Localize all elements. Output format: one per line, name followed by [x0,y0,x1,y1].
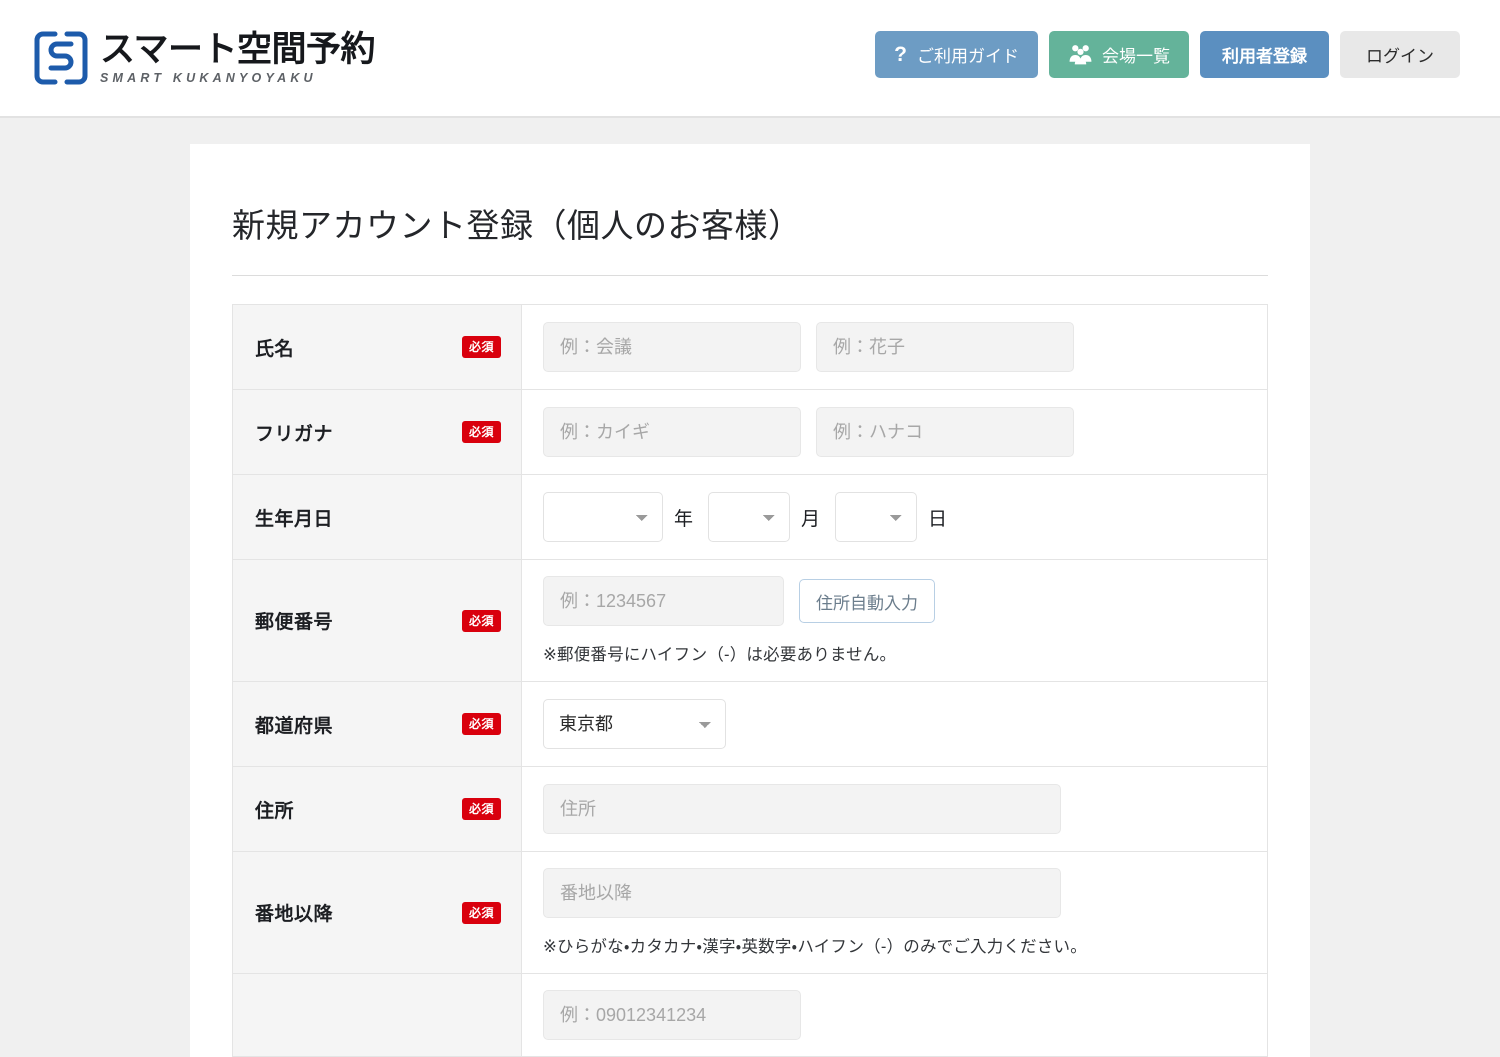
street-input[interactable] [543,868,1061,918]
form-row-kana: フリガナ 必須 [233,390,1267,475]
address-autofill-button[interactable]: 住所自動入力 [799,579,935,623]
birth-day-select[interactable] [835,492,918,542]
first-name-input[interactable] [816,322,1074,372]
year-unit-label: 年 [674,508,694,530]
postal-code-input[interactable] [543,576,784,626]
form-row-postal: 郵便番号 必須 住所自動入力 ※郵便番号にハイフン（-）は必要ありません。 [233,560,1267,682]
label-cell-prefecture: 都道府県 必須 [233,682,522,766]
question-mark-icon: ? [894,43,907,66]
required-badge: 必須 [461,798,501,820]
label-cell-name: 氏名 必須 [233,305,522,389]
label-name: 氏名 [255,338,295,360]
field-cell-street: ※ひらがな・カタカナ・漢字・英数字・ハイフン（-）のみでご入力ください。 [522,852,1267,973]
label-birthdate: 生年月日 [255,508,334,530]
field-cell-prefecture: 東京都 [522,682,1267,766]
street-note: ※ひらがな・カタカナ・漢字・英数字・ハイフン（-）のみでご入力ください。 [543,938,1087,956]
login-button[interactable]: ログイン [1340,31,1460,78]
site-header: スマート空間予約 SMART KUKANYOYAKU ? ご利用ガイド 会場一覧 [0,0,1500,118]
guide-button-label: ご利用ガイド [917,47,1019,66]
label-street: 番地以降 [255,904,334,925]
field-cell-kana [522,390,1267,474]
birth-month-select[interactable] [708,492,791,542]
label-cell-birthdate: 生年月日 [233,475,522,559]
page-title: 新規アカウント登録（個人のお客様） [232,207,802,244]
label-address: 住所 [255,800,295,822]
label-cell-postal: 郵便番号 必須 [233,560,522,681]
label-cell-phone [233,974,522,1056]
signup-button[interactable]: 利用者登録 [1200,31,1329,78]
registration-card: 新規アカウント登録（個人のお客様） 氏名 必須 フリガナ 必須 [190,144,1310,1057]
title-divider [232,275,1268,276]
venues-button[interactable]: 会場一覧 [1049,31,1189,78]
label-cell-kana: フリガナ 必須 [233,390,522,474]
required-badge: 必須 [461,421,501,443]
site-logo[interactable]: スマート空間予約 SMART KUKANYOYAKU [33,30,375,86]
required-badge: 必須 [461,336,501,358]
logo-title: スマート空間予約 [100,29,375,69]
guide-button[interactable]: ? ご利用ガイド [875,31,1038,78]
month-unit-label: 月 [801,508,821,530]
address-input[interactable] [543,784,1061,834]
venues-button-label: 会場一覧 [1102,47,1170,66]
form-row-phone [233,974,1267,1057]
label-cell-address: 住所 必須 [233,767,522,851]
signup-button-label: 利用者登録 [1222,47,1307,66]
label-prefecture: 都道府県 [255,715,334,737]
first-name-kana-input[interactable] [816,407,1074,457]
required-badge: 必須 [461,609,501,632]
phone-input[interactable] [543,990,801,1040]
last-name-kana-input[interactable] [543,407,801,457]
field-cell-postal: 住所自動入力 ※郵便番号にハイフン（-）は必要ありません。 [522,560,1267,681]
header-actions: ? ご利用ガイド 会場一覧 利用者登録 ログイン [875,31,1460,78]
required-badge: 必須 [461,713,501,735]
logo-subtitle: SMART KUKANYOYAKU [100,70,317,85]
field-cell-address [522,767,1267,851]
login-button-label: ログイン [1366,47,1434,66]
field-cell-birthdate: 年 月 日 [522,475,1267,559]
label-cell-street: 番地以降 必須 [233,852,522,973]
form-row-birthdate: 生年月日 年 月 日 [233,475,1267,560]
label-kana: フリガナ [255,423,334,445]
field-cell-name [522,305,1267,389]
birth-year-select[interactable] [543,492,663,542]
prefecture-select[interactable]: 東京都 [543,699,726,749]
people-group-icon [1068,43,1093,66]
brackets-s-logo-icon [33,30,89,86]
form-row-street: 番地以降 必須 ※ひらがな・カタカナ・漢字・英数字・ハイフン（-）のみでご入力く… [233,852,1267,974]
form-row-name: 氏名 必須 [233,305,1267,390]
label-postal: 郵便番号 [255,612,334,633]
field-cell-phone [522,974,1267,1056]
postal-note: ※郵便番号にハイフン（-）は必要ありません。 [543,646,897,664]
last-name-input[interactable] [543,322,801,372]
form-row-prefecture: 都道府県 必須 東京都 [233,682,1267,767]
required-badge: 必須 [461,901,501,924]
form-row-address: 住所 必須 [233,767,1267,852]
day-unit-label: 日 [928,508,948,530]
registration-form: 氏名 必須 フリガナ 必須 [232,304,1268,1057]
